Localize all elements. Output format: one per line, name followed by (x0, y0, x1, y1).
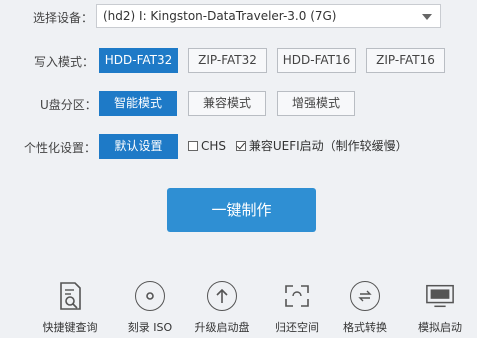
toolbar-item-simulate-boot[interactable]: 模拟启动 (405, 281, 475, 335)
burn-iso-icon (135, 281, 165, 311)
device-select[interactable]: (hd2) I: Kingston-DataTraveler-3.0 (7G) (96, 4, 441, 28)
personalize-label: 个性化设置： (24, 141, 97, 155)
uefi-checkbox[interactable] (235, 141, 246, 151)
toolbar-item-upgrade[interactable]: 升级启动盘 (187, 281, 257, 335)
write-mode-hdd-fat32[interactable]: HDD-FAT32 (99, 48, 178, 73)
simulate-boot-icon (425, 281, 455, 311)
toolbar-item-format-convert[interactable]: 格式转换 (330, 281, 400, 335)
uefi-label: 兼容UEFI启动（制作较缓慢） (248, 139, 408, 153)
device-select-value: (hd2) I: Kingston-DataTraveler-3.0 (7G) (103, 9, 337, 23)
restore-space-icon (282, 281, 312, 311)
write-mode-label: 写入模式： (34, 55, 95, 69)
toolbar-item-restore-space[interactable]: 归还空间 (262, 281, 332, 335)
write-mode-zip-fat16[interactable]: ZIP-FAT16 (366, 48, 445, 73)
toolbar-label: 快捷键查询 (42, 321, 98, 334)
chevron-down-icon[interactable] (422, 14, 432, 20)
default-settings-button[interactable]: 默认设置 (99, 134, 178, 159)
toolbar-label: 格式转换 (343, 321, 387, 334)
toolbar-label: 模拟启动 (418, 321, 462, 334)
one-click-make-button[interactable]: 一键制作 (167, 188, 316, 232)
usb-boot-maker-panel: 选择设备： (hd2) I: Kingston-DataTraveler-3.0… (0, 0, 477, 338)
toolbar-label: 刻录 ISO (127, 321, 173, 334)
partition-label: U盘分区： (40, 98, 97, 112)
toolbar-item-shortcut-query[interactable]: 快捷键查询 (35, 281, 105, 335)
upgrade-icon (207, 281, 237, 311)
toolbar-label: 升级启动盘 (194, 321, 250, 334)
chs-checkbox[interactable] (188, 141, 198, 151)
format-convert-icon (350, 281, 380, 311)
partition-compat-mode[interactable]: 兼容模式 (188, 91, 266, 116)
device-label: 选择设备： (33, 11, 94, 25)
partition-enhanced-mode[interactable]: 增强模式 (277, 91, 355, 116)
options-row: CHS 兼容UEFI启动（制作较缓慢） (188, 137, 414, 153)
write-mode-hdd-fat16[interactable]: HDD-FAT16 (277, 48, 356, 73)
write-mode-zip-fat32[interactable]: ZIP-FAT32 (188, 48, 267, 73)
partition-smart-mode[interactable]: 智能模式 (99, 91, 177, 116)
shortcut-query-icon (55, 281, 85, 311)
toolbar-label: 归还空间 (275, 321, 319, 334)
chs-label: CHS (201, 139, 227, 153)
toolbar-item-burn-iso[interactable]: 刻录 ISO (115, 281, 185, 335)
